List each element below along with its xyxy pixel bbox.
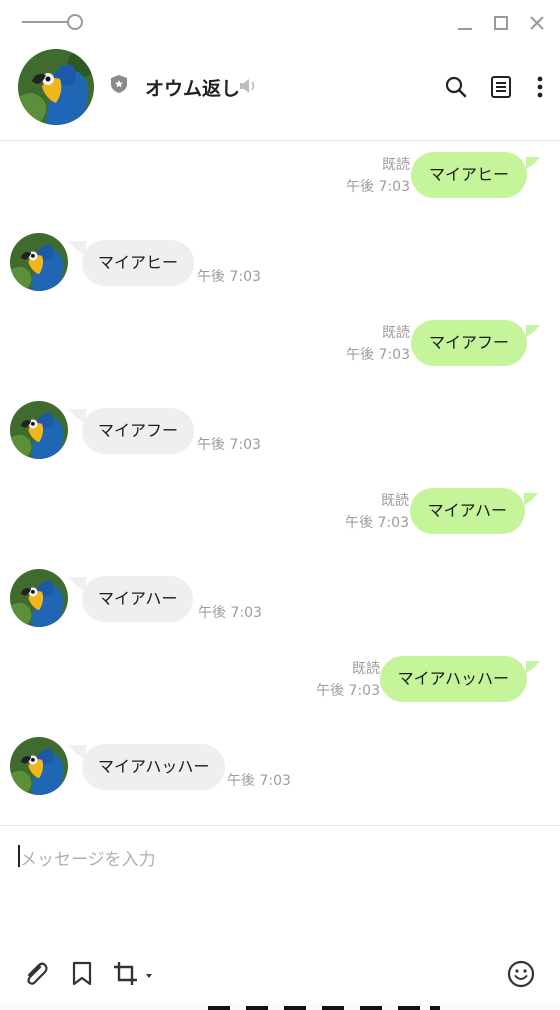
message-time: 午後 7:03 [346,179,410,195]
bookmark-icon [72,961,92,986]
minimize-button[interactable] [454,12,476,34]
composer-toolbar [0,950,560,1000]
maximize-icon [494,16,508,30]
read-receipt: 既読 [381,493,409,509]
message-time: 午後 7:03 [227,773,291,789]
opacity-slider-knob[interactable] [67,14,83,30]
message-bubble-outgoing[interactable]: マイアヒー [410,152,527,198]
shield-icon [110,74,128,94]
message-row-outgoing: 既読 午後 7:03 マイアハー [0,477,560,537]
screenshot-button[interactable] [112,958,156,990]
read-receipt: 既読 [382,157,410,173]
message-bubble-incoming[interactable]: マイアハッハー [82,744,226,790]
message-input[interactable] [18,840,542,880]
message-input-area [0,825,560,951]
bottom-strip-mark [284,1006,306,1010]
message-row-incoming: マイアハー 午後 7:03 [0,565,560,627]
title-bar [0,0,560,44]
avatar[interactable] [10,569,68,627]
attach-button[interactable] [20,958,52,990]
avatar[interactable] [10,401,68,459]
message-row-incoming: マイアフー 午後 7:03 [0,397,560,459]
message-time: 午後 7:03 [316,683,380,699]
more-menu-button[interactable] [527,74,553,100]
emoji-icon [507,960,535,988]
message-time: 午後 7:03 [197,269,261,285]
notes-icon [491,76,511,98]
message-row-incoming: マイアヒー 午後 7:03 [0,229,560,291]
message-list[interactable]: 既読 午後 7:03 マイアヒー マイアヒー 午後 7:03 既読 午後 7:0… [0,141,560,825]
bottom-strip-mark [322,1006,344,1010]
read-receipt: 既読 [382,325,410,341]
speaker-icon[interactable] [238,77,258,99]
paperclip-icon [27,962,48,985]
search-button[interactable] [443,74,469,100]
bottom-strip-mark [398,1006,420,1010]
avatar[interactable] [10,233,68,291]
message-bubble-outgoing[interactable]: マイアハー [409,488,525,534]
message-time: 午後 7:03 [346,347,410,363]
message-row-outgoing: 既読 午後 7:03 マイアヒー [0,141,560,201]
text-caret [18,845,20,867]
message-meta: 既読 午後 7:03 [316,658,380,702]
message-row-outgoing: 既読 午後 7:03 マイアハッハー [0,645,560,705]
close-button[interactable] [526,12,548,34]
message-bubble-outgoing[interactable]: マイアハッハー [379,656,527,702]
message-bubble-outgoing[interactable]: マイアフー [410,320,527,366]
read-receipt: 既読 [352,661,380,677]
message-meta: 既読 午後 7:03 [345,490,409,534]
bottom-strip-mark [360,1006,382,1010]
avatar[interactable] [10,737,68,795]
maximize-button[interactable] [490,12,512,34]
notes-button[interactable] [488,74,514,100]
message-bubble-incoming[interactable]: マイアハー [82,576,194,622]
opacity-slider-track[interactable] [22,21,70,23]
search-icon [445,76,467,98]
message-row-outgoing: 既読 午後 7:03 マイアフー [0,309,560,369]
minimize-icon [458,28,472,30]
message-row-incoming: マイアハッハー 午後 7:03 [0,733,560,795]
message-time: 午後 7:03 [198,605,262,621]
crop-icon [114,962,152,985]
more-icon [537,76,543,98]
avatar[interactable] [18,49,94,125]
bottom-strip-mark [246,1006,268,1010]
message-meta: 既読 午後 7:03 [346,322,410,366]
bookmark-button[interactable] [66,958,98,990]
emoji-button[interactable] [505,958,537,990]
chat-title: オウム返し [145,78,241,100]
message-meta: 既読 午後 7:03 [346,154,410,198]
bottom-strip [0,1004,560,1010]
bottom-strip-mark [208,1006,230,1010]
message-bubble-incoming[interactable]: マイアヒー [82,240,195,286]
message-time: 午後 7:03 [197,437,261,453]
close-icon [530,16,544,30]
bottom-strip-mark [430,1006,440,1010]
message-bubble-incoming[interactable]: マイアフー [82,408,195,454]
message-time: 午後 7:03 [345,515,409,531]
parrot-avatar-image [18,49,94,125]
chat-header: オウム返し [0,44,560,141]
